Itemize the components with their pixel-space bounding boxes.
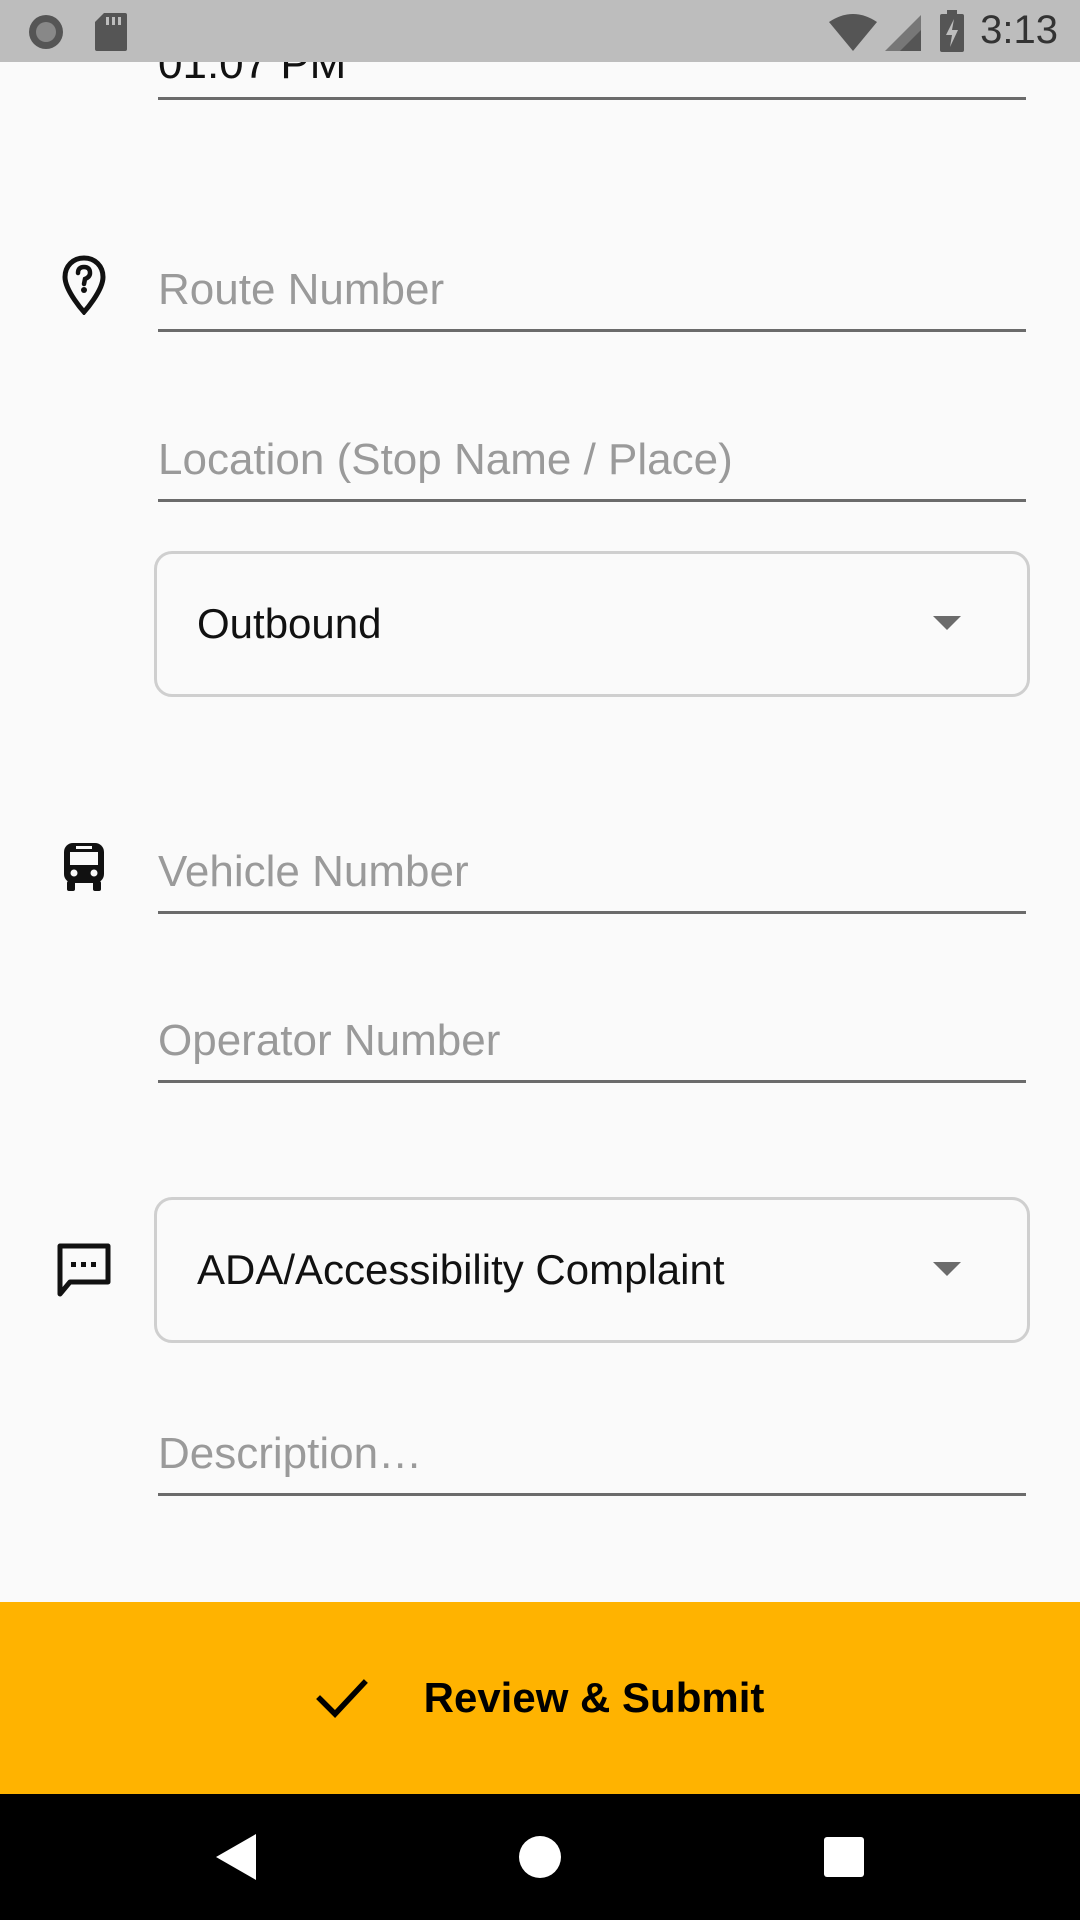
battery-charging-icon: [940, 10, 964, 52]
wifi-icon: [829, 14, 877, 51]
back-icon: [216, 1834, 256, 1880]
chevron-down-icon: [933, 616, 961, 630]
signal-icon: [885, 15, 921, 51]
review-submit-button[interactable]: Review & Submit: [0, 1602, 1080, 1794]
status-bar: 3:13: [0, 0, 1080, 62]
report-form: 01:07 PM Route Number Location (Stop Nam…: [0, 62, 1080, 1602]
bus-icon: [64, 843, 104, 891]
sd-card-icon: [95, 13, 127, 51]
message-icon: [57, 1243, 111, 1297]
check-icon: [315, 1679, 368, 1718]
chevron-down-icon: [933, 1262, 961, 1276]
route-number-input[interactable]: Route Number: [158, 232, 1026, 332]
home-icon: [519, 1836, 561, 1878]
recents-button[interactable]: [764, 1794, 924, 1920]
location-placeholder: Location (Stop Name / Place): [158, 435, 733, 484]
category-select[interactable]: ADA/Accessibility Complaint: [154, 1197, 1030, 1343]
description-placeholder: Description…: [158, 1429, 423, 1478]
category-select-value: ADA/Accessibility Complaint: [197, 1246, 725, 1293]
direction-select[interactable]: Outbound: [154, 551, 1030, 697]
recents-icon: [824, 1837, 864, 1877]
time-field-value: 01:07 PM: [158, 62, 347, 88]
operator-number-input[interactable]: Operator Number: [158, 983, 1026, 1083]
vehicle-number-input[interactable]: Vehicle Number: [158, 814, 1026, 914]
review-submit-label: Review & Submit: [423, 1674, 765, 1721]
location-question-icon: [62, 255, 106, 315]
description-input[interactable]: Description…: [158, 1396, 1026, 1496]
back-button[interactable]: [156, 1794, 316, 1920]
navigation-bar: [0, 1794, 1080, 1920]
direction-select-value: Outbound: [197, 600, 382, 647]
vehicle-number-placeholder: Vehicle Number: [158, 847, 469, 896]
record-icon: [29, 15, 63, 49]
location-input[interactable]: Location (Stop Name / Place): [158, 402, 1026, 502]
route-number-placeholder: Route Number: [158, 265, 445, 314]
status-time: 3:13: [980, 8, 1058, 52]
home-button[interactable]: [460, 1794, 620, 1920]
time-field[interactable]: 01:07 PM: [158, 62, 1026, 100]
operator-number-placeholder: Operator Number: [158, 1016, 501, 1065]
